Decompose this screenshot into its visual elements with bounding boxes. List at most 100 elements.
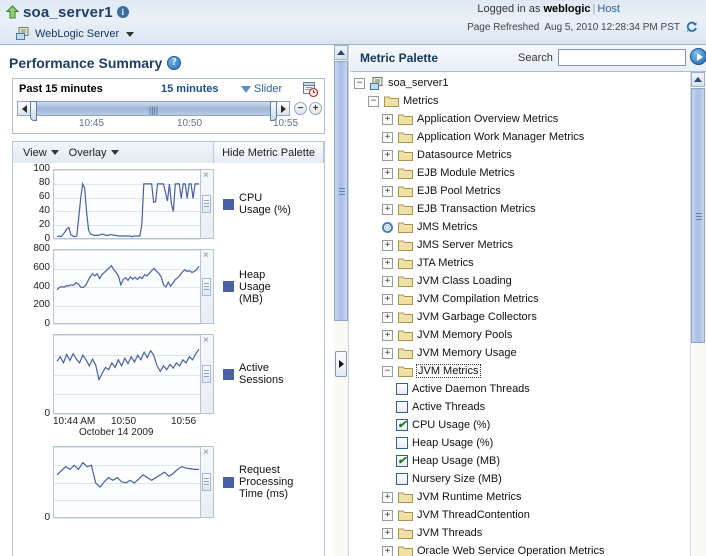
tree-row[interactable]: JMS Metrics (350, 218, 690, 236)
close-icon[interactable]: × (203, 336, 209, 346)
slider-left-arrow-button[interactable] (17, 101, 31, 116)
tree-item-label[interactable]: Application Overview Metrics (417, 113, 558, 125)
metric-palette-scrollbar[interactable] (690, 72, 706, 556)
help-icon[interactable]: ? (167, 55, 182, 70)
checkbox-unchecked[interactable] (396, 383, 408, 395)
tree-item-label[interactable]: JVM Threads (417, 527, 482, 539)
checkbox-checked[interactable]: ✔ (396, 455, 408, 467)
overlay-menu-button[interactable]: Overlay (69, 147, 119, 159)
tree-row[interactable]: − JVM Metrics (350, 362, 690, 380)
tree-row[interactable]: Nursery Size (MB) (350, 470, 690, 488)
info-icon[interactable]: i (116, 6, 129, 18)
tree-row[interactable]: − soa_server1 (350, 74, 690, 92)
expand-toggle-icon[interactable]: + (382, 257, 393, 269)
tree-item-label[interactable]: Nursery Size (MB) (412, 473, 502, 485)
tree-item-label[interactable]: Application Work Manager Metrics (417, 131, 584, 143)
slider-toggle-link[interactable]: Slider (241, 83, 282, 95)
scrollbar-thumb[interactable] (334, 61, 348, 321)
scrollbar-track[interactable] (691, 88, 705, 556)
tree-row[interactable]: + Oracle Web Service Operation Metrics (350, 542, 690, 556)
expand-toggle-icon[interactable]: + (382, 311, 393, 323)
checkbox-unchecked[interactable] (396, 473, 408, 485)
chart-scrollbar[interactable]: × (201, 334, 214, 414)
expand-toggle-icon[interactable]: + (382, 185, 393, 197)
view-menu-button[interactable]: View (23, 147, 59, 159)
checkbox-unchecked[interactable] (396, 437, 408, 449)
search-input[interactable] (558, 49, 686, 66)
expand-toggle-icon[interactable]: + (382, 239, 393, 251)
close-icon[interactable]: × (203, 251, 209, 261)
chart-scrollbar[interactable]: × (201, 169, 214, 239)
expand-toggle-icon[interactable]: + (382, 491, 393, 503)
tree-item-label[interactable]: JMS Metrics (417, 221, 478, 233)
slider-track[interactable]: |||| (30, 101, 277, 121)
chart-scrollbar[interactable]: × (201, 446, 214, 518)
expand-toggle-icon[interactable]: + (382, 329, 393, 341)
tree-row[interactable]: + Datasource Metrics (350, 146, 690, 164)
checkbox-checked[interactable]: ✔ (396, 419, 408, 431)
tree-row[interactable]: + JTA Metrics (350, 254, 690, 272)
weblogic-server-menu[interactable]: WebLogic Server (16, 25, 135, 43)
tree-row[interactable]: + EJB Transaction Metrics (350, 200, 690, 218)
tree-row[interactable]: + JVM ThreadContention (350, 506, 690, 524)
close-icon[interactable]: × (203, 171, 209, 181)
collapse-toggle-icon[interactable]: − (368, 95, 379, 107)
tree-item-label[interactable]: Oracle Web Service Operation Metrics (417, 545, 604, 556)
tree-item-label[interactable]: JVM ThreadContention (417, 509, 530, 521)
tree-item-label[interactable]: JVM Metrics (416, 364, 481, 378)
slider-track-row[interactable]: |||| − + (17, 100, 322, 121)
tree-row[interactable]: + JVM Memory Pools (350, 326, 690, 344)
calendar-clock-icon[interactable] (302, 81, 319, 98)
expand-toggle-icon[interactable]: + (382, 113, 393, 125)
slider-grip-icon[interactable]: |||| (149, 106, 158, 115)
zoom-in-button[interactable]: + (309, 102, 322, 115)
tree-row[interactable]: + JVM Runtime Metrics (350, 488, 690, 506)
scroll-up-button[interactable] (334, 45, 348, 60)
tree-item-label[interactable]: Heap Usage (%) (412, 437, 493, 449)
tree-row[interactable]: Active Threads (350, 398, 690, 416)
checkbox-unchecked[interactable] (396, 401, 408, 413)
refresh-icon[interactable] (685, 21, 698, 34)
hide-metric-palette-button[interactable]: Hide Metric Palette (213, 142, 324, 163)
expand-toggle-icon[interactable]: + (382, 545, 393, 556)
tree-row[interactable]: − Metrics (350, 92, 690, 110)
expand-toggle-icon[interactable]: + (382, 293, 393, 305)
tree-row[interactable]: + Application Overview Metrics (350, 110, 690, 128)
tree-row[interactable]: Active Daemon Threads (350, 380, 690, 398)
chart-scrollbar[interactable]: × (201, 249, 214, 324)
tree-row[interactable]: + JVM Compilation Metrics (350, 290, 690, 308)
tree-row[interactable]: ✔ CPU Usage (%) (350, 416, 690, 434)
collapse-toggle-icon[interactable]: − (354, 77, 365, 89)
tree-row[interactable]: + JVM Class Loading (350, 272, 690, 290)
collapse-toggle-icon[interactable]: − (382, 365, 393, 377)
tree-item-label[interactable]: soa_server1 (388, 77, 449, 89)
tree-item-label[interactable]: JVM Memory Pools (417, 329, 512, 341)
expand-toggle-icon[interactable]: + (382, 527, 393, 539)
go-arrow-icon[interactable] (690, 48, 706, 65)
tree-item-label[interactable]: Active Daemon Threads (412, 383, 530, 395)
scrollbar-thumb[interactable] (691, 88, 705, 343)
expand-toggle-icon[interactable]: + (382, 203, 393, 215)
scroll-up-button[interactable] (691, 72, 705, 87)
host-link[interactable]: Host (597, 3, 620, 15)
tree-item-label[interactable]: Heap Usage (MB) (412, 455, 500, 467)
tree-item-label[interactable]: JMS Server Metrics (417, 239, 513, 251)
tree-row[interactable]: ✔ Heap Usage (MB) (350, 452, 690, 470)
tree-row[interactable]: + JMS Server Metrics (350, 236, 690, 254)
tree-item-label[interactable]: JVM Garbage Collectors (417, 311, 537, 323)
tree-item-label[interactable]: CPU Usage (%) (412, 419, 490, 431)
tree-row[interactable]: + JVM Memory Usage (350, 344, 690, 362)
slider-right-arrow-button[interactable] (276, 101, 290, 116)
expand-toggle-icon[interactable]: + (382, 131, 393, 143)
tree-row[interactable]: + JVM Threads (350, 524, 690, 542)
zoom-out-button[interactable]: − (294, 102, 307, 115)
tree-item-label[interactable]: Active Threads (412, 401, 485, 413)
tree-row[interactable]: + EJB Module Metrics (350, 164, 690, 182)
scrollbar-thumb[interactable] (202, 473, 211, 491)
tree-row[interactable]: Heap Usage (%) (350, 434, 690, 452)
left-panel-scrollbar[interactable] (334, 45, 349, 556)
scrollbar-thumb[interactable] (202, 365, 211, 383)
expand-toggle-icon[interactable]: + (382, 275, 393, 287)
tree-item-label[interactable]: EJB Pool Metrics (417, 185, 501, 197)
tree-item-label[interactable]: Metrics (403, 95, 438, 107)
